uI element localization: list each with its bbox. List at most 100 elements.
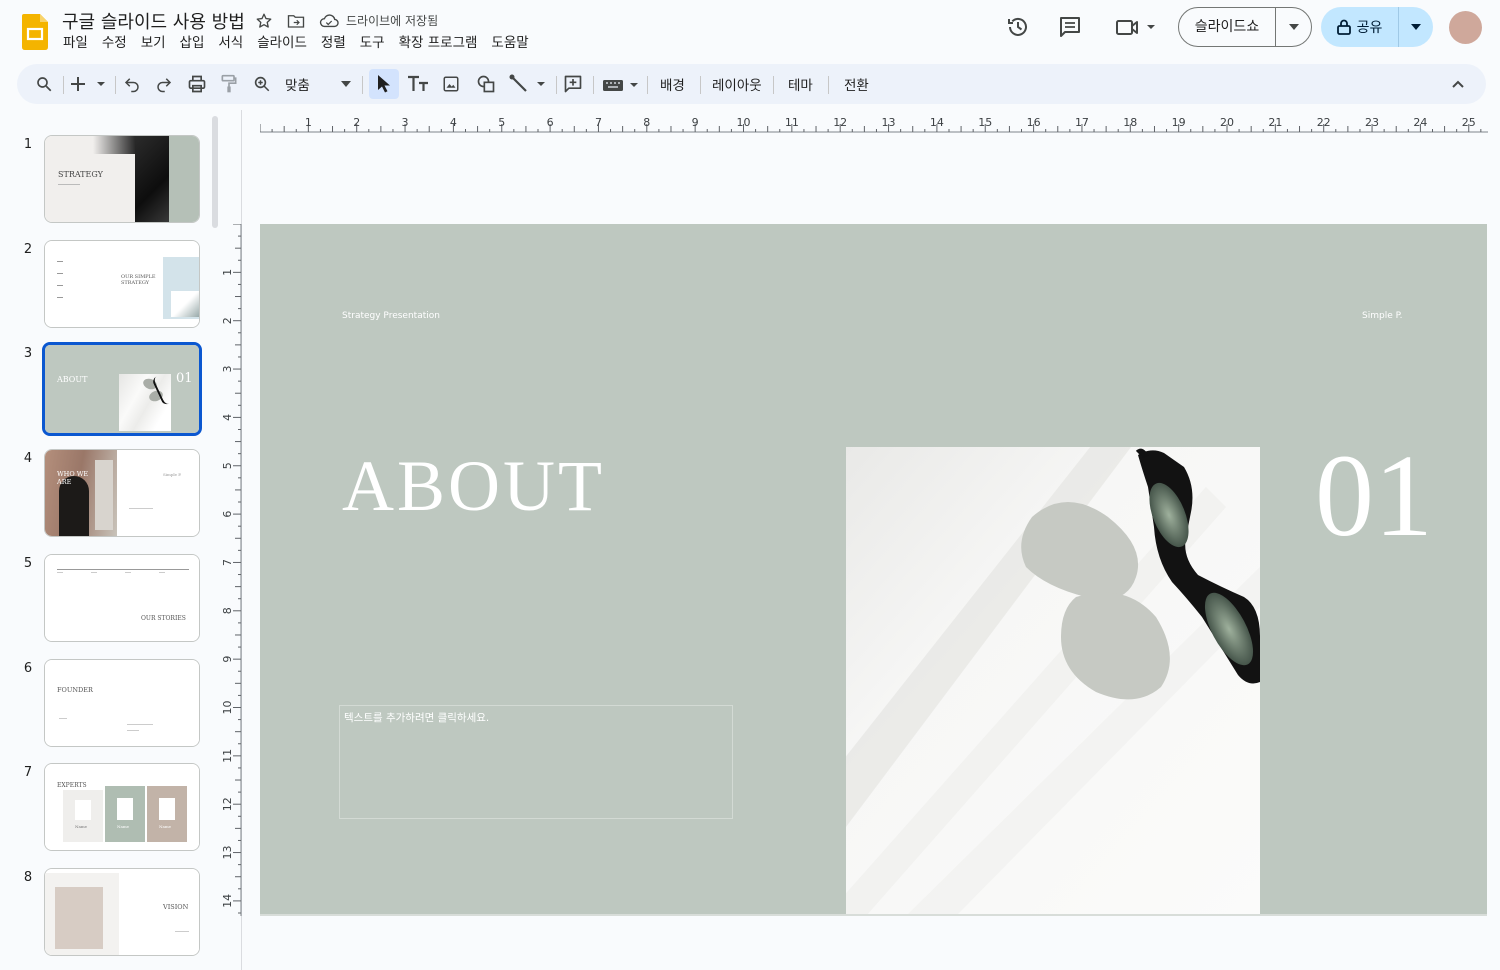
slide-number: 2 — [23, 242, 33, 257]
ruler-label: 6 — [547, 116, 554, 129]
background-button[interactable]: 배경 — [660, 74, 685, 94]
menu-format[interactable]: 서식 — [218, 34, 250, 52]
slide-thumbnail-3[interactable]: ABOUT 01 — [42, 342, 202, 436]
ruler-label: 10 — [222, 701, 234, 715]
ruler-label: 1 — [305, 116, 312, 129]
thumb-3-number: 01 — [176, 371, 193, 386]
menu-extensions[interactable]: 확장 프로그램 — [399, 34, 485, 52]
select-icon[interactable] — [373, 72, 395, 96]
slide-number-large[interactable]: 01 — [1315, 437, 1433, 555]
slide-number: 4 — [23, 451, 33, 466]
search-icon[interactable] — [33, 72, 55, 96]
redo-icon[interactable] — [153, 72, 175, 96]
ruler-label: 9 — [222, 656, 234, 663]
ruler-label: 15 — [978, 116, 992, 129]
cloud-saved-icon — [318, 10, 340, 32]
slide-photo-sunglasses[interactable] — [846, 447, 1260, 916]
slide-thumbnail-7[interactable]: EXPERTS Name Name Name — [44, 763, 200, 851]
image-icon[interactable] — [440, 72, 462, 96]
layout-button[interactable]: 레이아웃 — [712, 74, 762, 94]
slide-subtitle-right[interactable]: Simple P. — [1362, 311, 1402, 321]
ruler-label: 5 — [222, 462, 234, 469]
slide-thumbnail-5[interactable]: OUR STORIES — [44, 554, 200, 642]
comment-add-icon[interactable] — [562, 72, 584, 96]
ruler-label: 11 — [222, 749, 234, 763]
slideshow-dropdown-icon[interactable] — [1276, 8, 1311, 46]
input-tools-icon[interactable] — [601, 72, 641, 96]
ruler-label: 10 — [737, 116, 751, 129]
zoom-dropdown-icon[interactable] — [339, 72, 353, 96]
thumb-2-title: OUR SIMPLE STRATEGY — [121, 274, 156, 286]
share-button[interactable]: 공유 — [1321, 7, 1433, 47]
ruler-label: 2 — [222, 317, 234, 324]
slides-logo-icon[interactable] — [22, 14, 48, 50]
save-status[interactable]: 드라이브에 저장됨 — [346, 12, 438, 29]
line-icon[interactable] — [509, 72, 549, 96]
zoom-icon[interactable] — [251, 72, 273, 96]
ruler-label: 16 — [1027, 116, 1041, 129]
ruler-label: 20 — [1220, 116, 1234, 129]
slide-thumbnail-6[interactable]: FOUNDER — [44, 659, 200, 747]
thumb-5-title: OUR STORIES — [141, 615, 186, 622]
slideshow-button[interactable]: 슬라이드쇼 — [1178, 7, 1312, 47]
filmstrip-scrollbar[interactable] — [212, 116, 218, 228]
print-icon[interactable] — [186, 72, 208, 96]
slide-canvas[interactable]: Strategy Presentation Simple P. ABOUT 01… — [260, 224, 1487, 916]
history-icon[interactable] — [1005, 14, 1031, 40]
text-placeholder[interactable]: 텍스트를 추가하려면 클릭하세요. — [339, 705, 733, 819]
thumb-7-title: EXPERTS — [57, 782, 87, 789]
document-title[interactable]: 구글 슬라이드 사용 방법 — [62, 8, 245, 34]
slide-title[interactable]: ABOUT — [342, 450, 605, 522]
menu-tools[interactable]: 도구 — [360, 34, 392, 52]
zoom-select[interactable]: 맞춤 — [285, 74, 310, 94]
ruler-label: 25 — [1462, 116, 1476, 129]
slide-thumbnail-2[interactable]: OUR SIMPLE STRATEGY — [44, 240, 200, 328]
thumb-7-name: Name — [75, 824, 88, 829]
slide-number: 6 — [23, 661, 33, 676]
thumb-7-name: Name — [159, 824, 172, 829]
slide-subtitle-left[interactable]: Strategy Presentation — [342, 311, 440, 321]
collapse-icon[interactable] — [1447, 72, 1469, 96]
menu-insert[interactable]: 삽입 — [180, 34, 212, 52]
slide-thumbnail-4[interactable]: WHO WE ARE Simple P. — [44, 449, 200, 537]
ruler-label: 13 — [222, 846, 234, 860]
menu-view[interactable]: 보기 — [141, 34, 173, 52]
ruler-label: 3 — [402, 116, 409, 129]
share-label-wrap[interactable]: 공유 — [1321, 7, 1399, 47]
ruler-label: 1 — [222, 269, 234, 276]
slide-number: 7 — [23, 765, 33, 780]
ruler-label: 21 — [1268, 116, 1282, 129]
paint-format-icon[interactable] — [218, 72, 240, 96]
placeholder-text: 텍스트를 추가하려면 클릭하세요. — [344, 712, 490, 724]
menu-file[interactable]: 파일 — [63, 34, 95, 52]
theme-button[interactable]: 테마 — [788, 74, 813, 94]
shape-icon[interactable] — [474, 72, 498, 96]
star-icon[interactable] — [253, 10, 275, 32]
menu-edit[interactable]: 수정 — [102, 34, 134, 52]
folder-move-icon[interactable] — [285, 10, 307, 32]
avatar[interactable] — [1449, 11, 1482, 44]
slideshow-label[interactable]: 슬라이드쇼 — [1179, 8, 1276, 46]
comments-icon[interactable] — [1057, 14, 1083, 40]
ruler-label: 17 — [1075, 116, 1089, 129]
meet-icon[interactable] — [1112, 14, 1158, 40]
slide-thumbnail-1[interactable]: STRATEGY — [44, 135, 200, 223]
share-dropdown-icon[interactable] — [1399, 7, 1433, 47]
vertical-ruler[interactable]: 1234567891011121314 — [222, 224, 242, 916]
undo-icon[interactable] — [121, 72, 143, 96]
thumb-8-title: VISION — [163, 903, 189, 911]
slide-thumbnail-8[interactable]: VISION — [44, 868, 200, 956]
new-slide-icon[interactable] — [69, 72, 107, 96]
transition-button[interactable]: 전환 — [844, 74, 869, 94]
thumb-4-title: WHO WE ARE — [57, 470, 89, 486]
menu-slide[interactable]: 슬라이드 — [257, 34, 314, 52]
horizontal-ruler[interactable]: 1 2 3 4 5 6 7 8 9 10 11 12 13 14 15 16 17 18 19 20 21 22 23 24 2… — [260, 112, 1488, 136]
ruler-label: 12 — [833, 116, 847, 129]
menu-help[interactable]: 도움말 — [491, 34, 535, 52]
ruler-label: 24 — [1413, 116, 1427, 129]
ruler-label: 4 — [222, 414, 234, 421]
share-label: 공유 — [1356, 20, 1383, 36]
ruler-label: 18 — [1123, 116, 1137, 129]
text-box-icon[interactable] — [405, 72, 431, 96]
menu-arrange[interactable]: 정렬 — [321, 34, 353, 52]
